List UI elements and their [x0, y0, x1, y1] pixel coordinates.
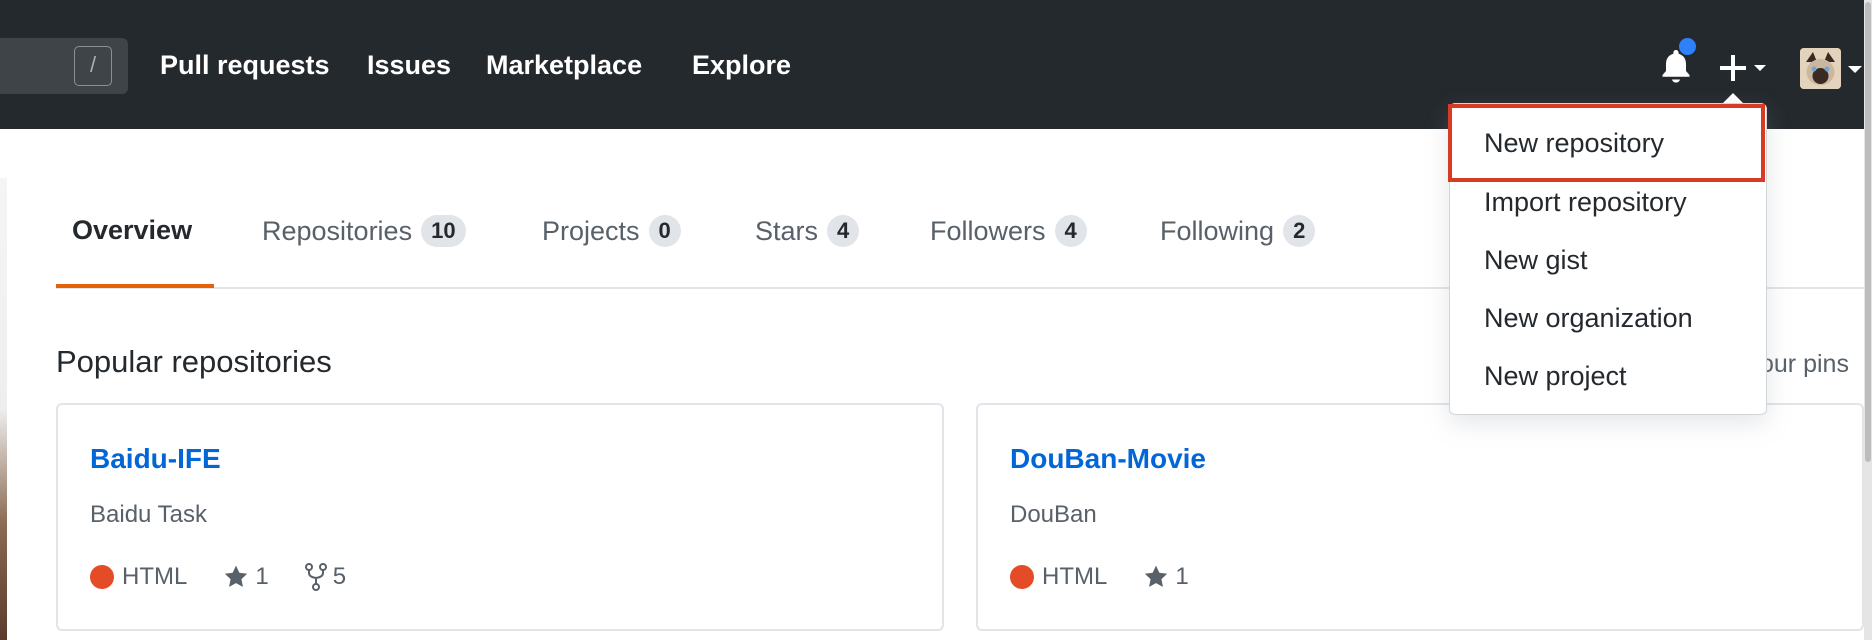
tab-label: Following — [1160, 215, 1275, 246]
counter-badge: 4 — [827, 215, 860, 247]
repo-link[interactable]: Baidu-IFE — [90, 443, 221, 475]
tab-followers[interactable]: Followers 4 — [930, 215, 1087, 247]
chevron-down-icon[interactable] — [1845, 62, 1865, 76]
language-label: HTML — [1042, 563, 1108, 590]
scrollbar-thumb[interactable] — [1865, 2, 1871, 462]
repo-link[interactable]: DouBan-Movie — [1010, 443, 1206, 475]
fork-count: 5 — [332, 563, 347, 590]
repo-language: HTML — [1010, 563, 1107, 591]
nav-issues[interactable]: Issues — [367, 50, 451, 81]
repo-description: DouBan — [1010, 501, 1097, 528]
star-icon — [1145, 565, 1168, 587]
avatar[interactable] — [1800, 48, 1841, 89]
tab-projects[interactable]: Projects 0 — [542, 215, 681, 247]
language-color-dot — [1010, 565, 1034, 589]
menu-item-new-gist[interactable]: New gist — [1484, 245, 1588, 276]
profile-sidebar-edge — [0, 178, 7, 640]
tab-repositories[interactable]: Repositories 10 — [262, 215, 466, 247]
tab-label: Stars — [755, 215, 819, 246]
counter-badge: 0 — [648, 215, 681, 247]
tab-stars[interactable]: Stars 4 — [755, 215, 860, 247]
notification-indicator — [1677, 36, 1698, 57]
repo-language: HTML — [90, 563, 187, 591]
section-title: Popular repositories — [56, 344, 332, 379]
menu-item-new-project[interactable]: New project — [1484, 361, 1627, 392]
repo-description: Baidu Task — [90, 501, 207, 528]
fork-icon — [304, 563, 327, 591]
repo-meta: HTML 1 5 — [90, 563, 382, 591]
highlight-annotation — [1448, 104, 1765, 182]
tab-label: Projects — [542, 215, 640, 246]
search-shortcut-key: / — [74, 46, 112, 86]
tab-label: Overview — [72, 215, 193, 245]
tab-overview[interactable]: Overview — [72, 215, 192, 246]
counter-badge: 2 — [1283, 215, 1316, 247]
tab-following[interactable]: Following 2 — [1160, 215, 1316, 247]
counter-badge: 4 — [1054, 215, 1087, 247]
tab-label: Followers — [930, 215, 1046, 246]
repo-card: DouBan-Movie DouBan HTML 1 — [976, 403, 1864, 631]
counter-badge: 10 — [421, 215, 466, 247]
repo-stars[interactable]: 1 — [1143, 563, 1189, 591]
star-icon — [225, 565, 248, 587]
language-label: HTML — [122, 563, 188, 590]
active-tab-indicator — [56, 284, 214, 288]
language-color-dot — [90, 565, 114, 589]
repo-stars[interactable]: 1 — [223, 563, 269, 591]
repo-card: Baidu-IFE Baidu Task HTML 1 5 — [56, 403, 944, 631]
nav-explore[interactable]: Explore — [692, 50, 791, 81]
menu-item-import-repository[interactable]: Import repository — [1484, 187, 1687, 218]
cat-avatar-image — [1800, 48, 1841, 89]
menu-item-new-organization[interactable]: New organization — [1484, 303, 1693, 334]
tab-label: Repositories — [262, 215, 413, 246]
star-count: 1 — [255, 563, 269, 590]
nav-marketplace[interactable]: Marketplace — [486, 50, 642, 81]
repo-forks[interactable]: 5 — [304, 563, 347, 591]
repo-meta: HTML 1 — [1010, 563, 1225, 591]
star-count: 1 — [1175, 563, 1189, 590]
customize-pins-link[interactable]: our pins — [1760, 350, 1849, 379]
plus-icon[interactable] — [1718, 48, 1774, 88]
nav-pull-requests[interactable]: Pull requests — [160, 50, 330, 81]
